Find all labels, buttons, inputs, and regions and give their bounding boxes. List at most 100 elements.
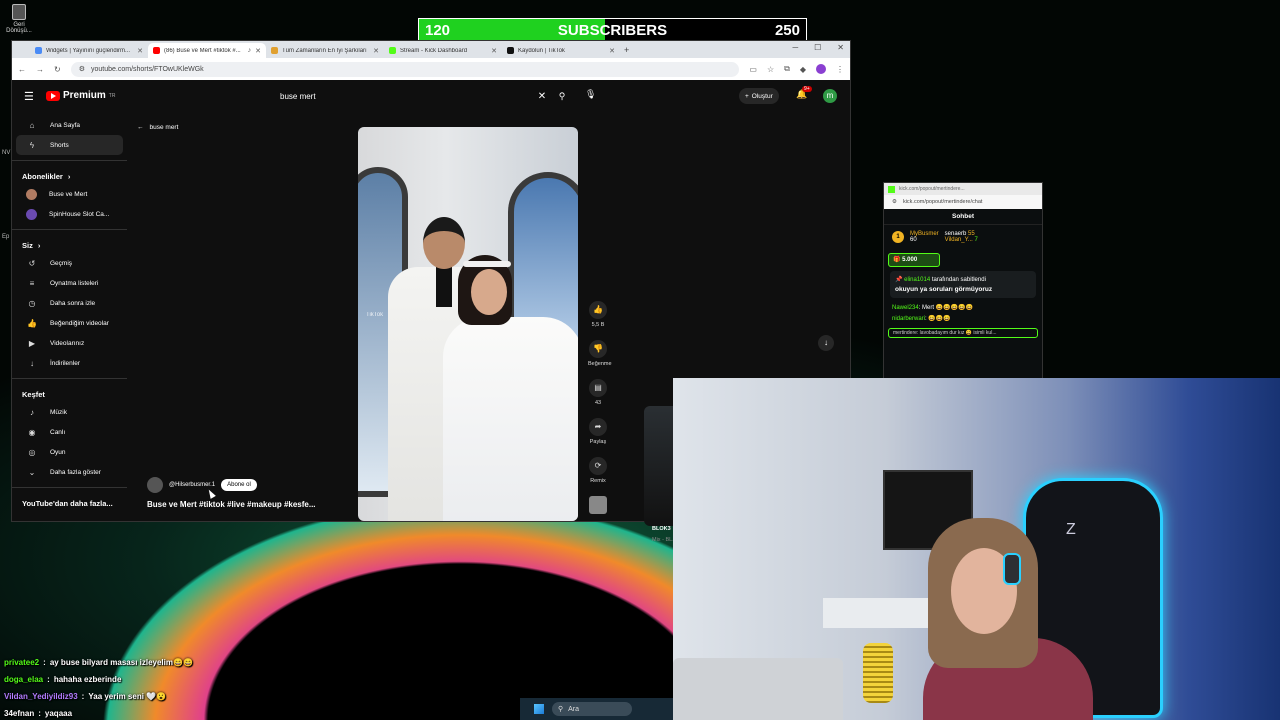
youtube-play-icon bbox=[46, 90, 60, 101]
cast-icon[interactable]: ▭ bbox=[749, 65, 757, 74]
close-icon[interactable]: ✕ bbox=[609, 47, 615, 55]
notifications-bell-icon[interactable]: 🔔 9+ bbox=[796, 86, 812, 100]
sidebar-item-liked[interactable]: 👍 Beğendiğim videolar bbox=[16, 313, 123, 333]
sidebar-item-show-more[interactable]: ⌄ Daha fazla göster bbox=[16, 462, 123, 482]
browser-tab[interactable]: Stream - Kick Dashboard ✕ bbox=[384, 43, 502, 58]
back-icon[interactable]: ← bbox=[18, 65, 26, 74]
section-label: YouTube'dan daha fazla... bbox=[22, 499, 113, 508]
sidebar-item-gaming[interactable]: ◎ Oyun bbox=[16, 442, 123, 462]
remix-button[interactable]: ⟳ Remix bbox=[588, 457, 608, 484]
comments-button[interactable]: ▤ 43 bbox=[588, 379, 608, 406]
tab-label: Kaydolun | TikTok bbox=[518, 47, 565, 54]
sidebar-item-label: Ana Sayfa bbox=[50, 121, 80, 129]
create-button[interactable]: + Oluştur bbox=[739, 88, 779, 104]
sidebar-item-your-videos[interactable]: ▶ Videolarınız bbox=[16, 333, 123, 353]
logo-text: Premium bbox=[63, 90, 106, 101]
search-input[interactable]: buse mert bbox=[280, 92, 532, 101]
close-icon[interactable]: ✕ bbox=[255, 47, 261, 55]
sidebar-item-live[interactable]: ◉ Canlı bbox=[16, 422, 123, 442]
share-button[interactable]: ➦ Paylaş bbox=[588, 418, 608, 445]
search-icon[interactable]: ⚲ bbox=[552, 91, 572, 102]
sidebar-item-label: Daha sonra izle bbox=[50, 299, 96, 307]
like-button[interactable]: 👍 5,5 B bbox=[588, 301, 608, 328]
reload-icon[interactable]: ↻ bbox=[54, 65, 61, 74]
speaker-icon[interactable]: ♪ bbox=[248, 47, 252, 54]
chat-username[interactable]: Nawel234 bbox=[892, 305, 919, 311]
sidebar-item-watch-later[interactable]: ◷ Daha sonra izle bbox=[16, 293, 123, 313]
windows-start-icon[interactable] bbox=[534, 704, 544, 714]
dislike-button[interactable]: 👎 Beğenme bbox=[588, 340, 612, 367]
maximize-icon[interactable]: ☐ bbox=[814, 43, 821, 52]
sidebar-item-home[interactable]: ⌂ Ana Sayfa bbox=[16, 115, 123, 135]
desktop-side-label: Ep bbox=[2, 234, 10, 240]
sidebar-item-history[interactable]: ↺ Geçmiş bbox=[16, 253, 123, 273]
sidebar-item-shorts[interactable]: ϟ Shorts bbox=[16, 135, 123, 155]
browser-tab[interactable]: Kaydolun | TikTok ✕ bbox=[502, 43, 620, 58]
remix-label: Remix bbox=[590, 478, 606, 484]
close-window-icon[interactable]: ✕ bbox=[837, 43, 844, 52]
webcam-feed: Z bbox=[673, 378, 1280, 720]
extension-icon[interactable]: ◆ bbox=[800, 65, 806, 74]
sidebar-item-label: Videolarınız bbox=[50, 339, 85, 347]
hamburger-menu-icon[interactable]: ☰ bbox=[24, 90, 34, 103]
close-icon[interactable]: ✕ bbox=[491, 47, 497, 55]
sound-thumbnail[interactable] bbox=[589, 496, 607, 514]
user-avatar[interactable]: m bbox=[823, 89, 837, 103]
clear-search-icon[interactable]: ✕ bbox=[532, 91, 552, 102]
subscriber-goal-bar: 120 SUBSCRIBERS 250 bbox=[418, 18, 807, 41]
profile-avatar[interactable] bbox=[816, 64, 826, 74]
sidebar-item-subscription[interactable]: SpinHouse Slot Ca... bbox=[16, 204, 123, 224]
minimize-icon[interactable]: ─ bbox=[792, 43, 798, 52]
forward-icon[interactable]: → bbox=[36, 65, 44, 74]
back-to-search-button[interactable]: ← buse mert bbox=[137, 124, 178, 131]
browser-tab-active[interactable]: (86) Buse ve Mert #tiktok #... ♪ ✕ bbox=[148, 43, 266, 58]
overlay-chat-user: privatee2 bbox=[4, 658, 40, 667]
chevron-down-icon: ⌄ bbox=[28, 467, 36, 477]
chat-username[interactable]: nidarberwari bbox=[892, 316, 925, 322]
section-label: Abonelikler bbox=[22, 172, 63, 181]
popout-url-bar[interactable]: ⚙ kick.com/popout/mertindere/chat bbox=[884, 195, 1042, 209]
clock-icon: ◷ bbox=[28, 298, 36, 308]
subscribe-button[interactable]: Abone ol bbox=[221, 479, 257, 491]
gifter-name[interactable]: Vildan_Y... bbox=[945, 237, 973, 243]
notification-badge: 9+ bbox=[802, 86, 812, 92]
sidebar-item-subscription[interactable]: Buse ve Mert bbox=[16, 184, 123, 204]
next-short-arrow-icon[interactable]: ↓ bbox=[818, 335, 834, 351]
sidebar-item-label: Müzik bbox=[50, 408, 67, 416]
bookmark-star-icon[interactable]: ☆ bbox=[767, 65, 774, 74]
sidebar-item-music[interactable]: ♪ Müzik bbox=[16, 402, 123, 422]
close-icon[interactable]: ✕ bbox=[137, 47, 143, 55]
sidebar-item-playlists[interactable]: ≡ Oynatma listeleri bbox=[16, 273, 123, 293]
menu-dots-icon[interactable]: ⋮ bbox=[836, 65, 844, 74]
short-caption[interactable]: Buse ve Mert #tiktok #live #makeup #kesf… bbox=[147, 500, 316, 509]
kicks-gift-badge[interactable]: 🎁 5.000 bbox=[888, 253, 940, 267]
extensions-icon[interactable]: ⧉ bbox=[784, 64, 790, 74]
overlay-chat-user: Vildan_Yediyildiz93 bbox=[4, 692, 78, 701]
pinned-by-user: elina1014 bbox=[904, 277, 931, 283]
address-bar[interactable]: ⚙ youtube.com/shorts/FTOwUKleWGk bbox=[70, 61, 740, 77]
site-info-icon[interactable]: ⚙ bbox=[79, 65, 85, 73]
channel-avatar bbox=[26, 188, 37, 200]
you-header[interactable]: Siz › bbox=[12, 235, 127, 253]
taskbar-search[interactable]: ⚲ Ara bbox=[552, 702, 632, 716]
thumbs-down-icon: 👎 bbox=[589, 340, 607, 358]
tiktok-watermark: TikTok bbox=[366, 312, 384, 318]
search-box[interactable]: buse mert ✕ ⚲ bbox=[272, 87, 572, 105]
close-icon[interactable]: ✕ bbox=[373, 47, 379, 55]
channel-handle[interactable]: @Hilserbusmer.1 bbox=[169, 482, 215, 488]
browser-tab[interactable]: Tüm Zamanların En İyi Şarkıları ✕ bbox=[266, 43, 384, 58]
browser-tab[interactable]: Widgets | Yayınını güçlendirm... ✕ bbox=[30, 43, 148, 58]
youtube-logo[interactable]: Premium TR bbox=[46, 90, 115, 101]
pinned-message[interactable]: 📌 elina1014 tarafından sabitlendi okuyun… bbox=[890, 271, 1036, 298]
youtube-header: ☰ Premium TR buse mert ✕ ⚲ 🎙 + Oluştur 🔔… bbox=[12, 81, 850, 113]
channel-avatar[interactable] bbox=[147, 477, 163, 493]
chat-message: Nawel234: Mert 😄😄😄😄😄 bbox=[892, 305, 974, 311]
short-video-player[interactable]: TikTok bbox=[358, 127, 578, 521]
microphone-icon[interactable]: 🎙 bbox=[585, 89, 596, 100]
new-tab-button[interactable]: + bbox=[624, 43, 629, 58]
reply-preview[interactable]: mertindere: lavobadayım dur kız 😄 isimli… bbox=[888, 328, 1038, 338]
sidebar-item-downloads[interactable]: ↓ İndirilenler bbox=[16, 353, 123, 373]
recycle-bin[interactable]: Geri Dönüşü... bbox=[4, 4, 34, 34]
subscriptions-header[interactable]: Abonelikler › bbox=[12, 166, 127, 184]
kick-logo-icon bbox=[888, 185, 895, 193]
